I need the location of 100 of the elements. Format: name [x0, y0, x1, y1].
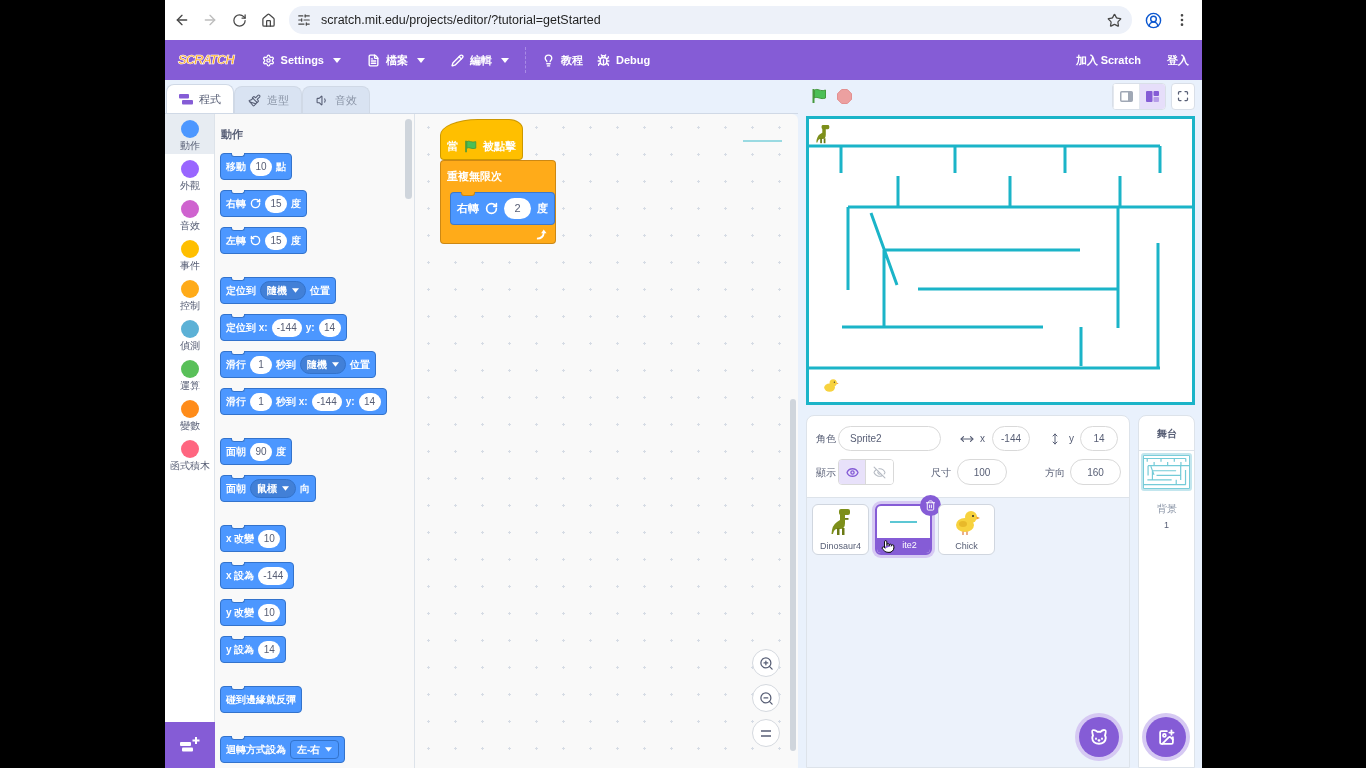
motion-block[interactable]: 左轉 15 度	[220, 227, 307, 254]
sprite-tile[interactable]: ite2	[875, 504, 932, 555]
menu-link[interactable]: 加入 Scratch	[1075, 51, 1141, 69]
number-input[interactable]: 10	[250, 157, 272, 176]
block-label: y:	[345, 395, 355, 409]
scrollbar-thumb[interactable]	[790, 399, 796, 751]
motion-block[interactable]: 滑行 1 秒到 x: -144 y: 14	[220, 388, 387, 415]
motion-block[interactable]: x 改變 10	[220, 525, 287, 552]
maze-thumbnail-drawing[interactable]	[1141, 453, 1192, 491]
block-label: x 設為	[226, 569, 255, 583]
menu-button[interactable]: Settings	[261, 51, 341, 69]
motion-block[interactable]: 右轉 15 度	[220, 190, 307, 217]
image-plus-icon	[1157, 728, 1175, 746]
block-label: 滑行	[226, 358, 246, 372]
loop-arrow-icon	[536, 228, 547, 240]
line-icon	[890, 521, 917, 523]
lightbulb-icon	[542, 53, 555, 67]
stage-size-button[interactable]	[1139, 83, 1165, 109]
document-icon	[367, 53, 380, 67]
loop-block[interactable]: 重複無限次 右轉 2 度	[440, 160, 556, 244]
motion-block[interactable]: 面朝 90 度	[220, 438, 292, 465]
block-label: 向	[300, 482, 310, 496]
category-button[interactable]: 動作	[165, 114, 214, 154]
number-input[interactable]: 90	[250, 442, 272, 461]
motion-block[interactable]: y 改變 10	[220, 599, 287, 626]
editor-tab[interactable]: 程式	[166, 84, 234, 113]
hand-cursor-icon	[881, 537, 895, 556]
motion-block[interactable]: 面朝 鼠標 向	[220, 475, 316, 502]
number-input[interactable]: 15	[265, 194, 287, 213]
motion-block[interactable]: 右轉 2 度	[450, 192, 555, 225]
number-input[interactable]: 10	[258, 603, 281, 622]
profile-icon[interactable]	[1145, 11, 1162, 29]
home-icon[interactable]	[261, 12, 276, 28]
caret-icon	[282, 486, 289, 491]
block-label: 度	[276, 445, 286, 459]
number-input[interactable]: -144	[258, 566, 289, 585]
fullscreen-button[interactable]	[1171, 82, 1195, 110]
zoom-out-button[interactable]	[752, 684, 780, 712]
number-input[interactable]: 1	[250, 392, 272, 411]
menu-link[interactable]: 登入	[1167, 51, 1189, 69]
motion-block[interactable]: x 設為 -144	[220, 562, 295, 589]
block-label: 度	[291, 234, 301, 248]
sprite-tile[interactable]: Chick	[938, 504, 995, 555]
menu-button[interactable]: 教程	[542, 51, 583, 69]
eye-icon	[845, 465, 859, 479]
number-input[interactable]: 14	[318, 318, 341, 337]
sprite-name-field[interactable]: Sprite2	[838, 426, 941, 451]
menu-button[interactable]: 編輯	[451, 51, 509, 69]
speaker-icon	[315, 93, 329, 107]
show-button[interactable]	[839, 460, 866, 484]
flag-icon[interactable]	[811, 88, 827, 104]
trash-icon	[925, 500, 936, 511]
x-field[interactable]: -144	[992, 426, 1030, 451]
site-settings-icon[interactable]	[297, 13, 311, 27]
block-label: 被點擊	[483, 138, 516, 154]
code-blocks-icon	[179, 93, 193, 105]
block-label: x 改變	[226, 532, 255, 546]
back-icon[interactable]	[174, 12, 190, 28]
motion-block[interactable]: 定位到 x: -144 y: 14	[220, 314, 347, 341]
motion-block[interactable]: 移動 10 點	[220, 153, 292, 180]
number-input[interactable]: 2	[504, 198, 531, 219]
y-field[interactable]: 14	[1080, 426, 1118, 451]
sprite-tile[interactable]: Dinosaur4	[812, 504, 869, 555]
motion-block[interactable]: 定位到 隨機 位置	[220, 277, 336, 304]
address-bar[interactable]: scratch.mit.edu/projects/editor/?tutorial=getStarted	[289, 6, 1132, 34]
block-label: 度	[537, 201, 548, 217]
zoom-in-button[interactable]	[752, 649, 780, 677]
field-label: y	[1069, 432, 1074, 446]
motion-block[interactable]: y 設為 14	[220, 636, 287, 663]
number-input[interactable]: 14	[258, 640, 281, 659]
zoom-out-icon	[758, 690, 774, 706]
caret-icon	[292, 288, 299, 293]
add-extension-button[interactable]	[165, 722, 215, 768]
dropdown-menu[interactable]: 隨機	[260, 281, 306, 300]
reload-icon[interactable]	[232, 12, 247, 28]
bookmark-star-icon[interactable]	[1107, 12, 1122, 28]
motion-block[interactable]: 滑行 1 秒到 隨機 位置	[220, 351, 376, 378]
reset-zoom-button[interactable]	[752, 719, 780, 747]
fullscreen-icon	[1177, 90, 1189, 102]
size-field[interactable]: 100	[957, 459, 1007, 485]
caret-icon	[332, 362, 339, 367]
number-input[interactable]: -144	[311, 392, 342, 411]
add-sprite-button[interactable]	[1079, 717, 1119, 757]
block-label: 秒到 x:	[276, 395, 308, 409]
block-label: 右轉	[226, 197, 246, 211]
menu-button[interactable]: 檔案	[367, 51, 425, 69]
direction-field[interactable]: 160	[1070, 459, 1121, 485]
scrollbar-thumb[interactable]	[405, 119, 412, 199]
menu-button[interactable]: Debug	[597, 51, 651, 69]
number-input[interactable]: -144	[271, 318, 302, 337]
block-label: 定位到 x:	[226, 321, 268, 335]
dropdown-menu[interactable]: 隨機	[300, 355, 346, 374]
number-input[interactable]: 15	[265, 231, 287, 250]
number-input[interactable]: 14	[358, 392, 381, 411]
dropdown-menu[interactable]: 鼠標	[250, 479, 296, 498]
number-input[interactable]: 1	[250, 355, 272, 374]
zoom-in-icon	[758, 655, 774, 671]
block-label: y 設為	[226, 643, 255, 657]
add-backdrop-button[interactable]	[1146, 717, 1186, 757]
number-input[interactable]: 10	[258, 529, 281, 548]
